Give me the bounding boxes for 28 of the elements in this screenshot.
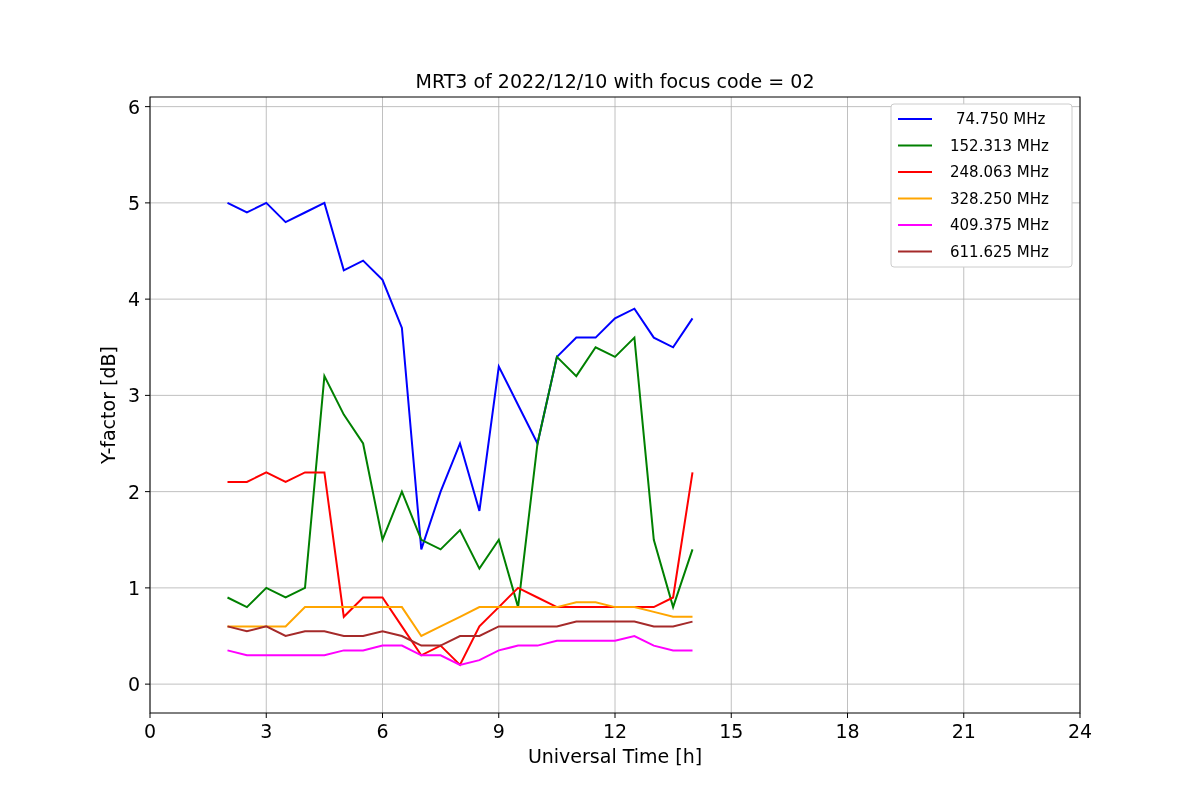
- chart-title: MRT3 of 2022/12/10 with focus code = 02: [415, 70, 815, 92]
- legend-label: 328.250 MHz: [950, 189, 1049, 208]
- legend-label: 74.750 MHz: [956, 110, 1046, 128]
- x-axis-label: Universal Time [h]: [527, 745, 703, 767]
- x-tick-label: 6: [376, 720, 389, 742]
- legend-swatch: [897, 144, 933, 147]
- x-tick-label: 21: [951, 720, 976, 742]
- legend-label: 409.375 MHz: [950, 216, 1049, 234]
- legend-swatch: [897, 250, 933, 253]
- x-tick-label: 15: [719, 720, 744, 742]
- x-tick-label: 18: [835, 720, 860, 742]
- x-tick-label: 24: [1067, 720, 1093, 742]
- y-tick-label: 5: [127, 191, 140, 214]
- legend-label: 248.063 MHz: [950, 163, 1049, 181]
- legend-label: 152.313 MHz: [950, 136, 1049, 155]
- y-tick-label: 6: [127, 95, 140, 118]
- y-tick-label: 0: [127, 673, 140, 696]
- x-tick-label: 12: [602, 720, 628, 742]
- y-tick-label: 1: [127, 576, 140, 599]
- x-tick-label: 0: [143, 720, 157, 742]
- y-tick-label: 3: [127, 384, 140, 407]
- x-tick-label: 9: [492, 720, 505, 742]
- y-tick-label: 2: [127, 480, 140, 503]
- legend-label: 611.625 MHz: [950, 242, 1049, 261]
- x-tick-label: 3: [260, 720, 273, 742]
- legend-swatch: [897, 197, 933, 200]
- y-tick-label: 4: [127, 288, 140, 311]
- y-axis-label: Y-factor [dB]: [97, 346, 119, 464]
